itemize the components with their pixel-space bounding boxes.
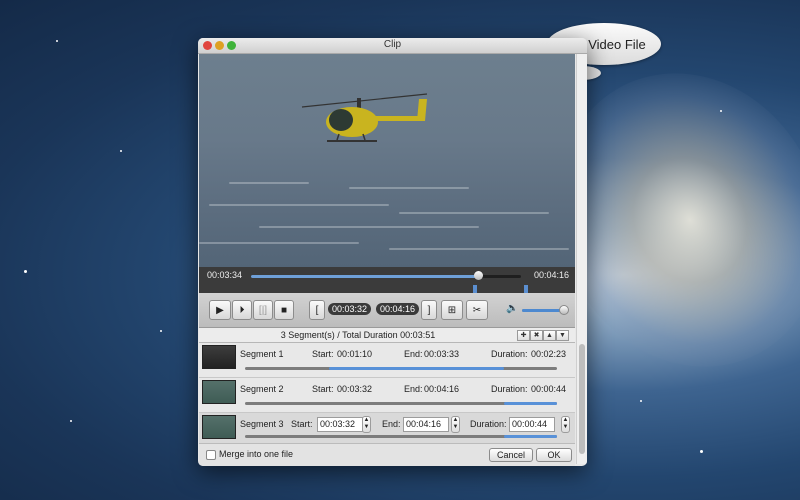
segment-end: 00:04:16	[424, 384, 460, 394]
add-icon[interactable]: ✚	[517, 330, 530, 341]
star	[720, 110, 722, 112]
duration-label: Duration:	[470, 419, 507, 429]
step-forward-button[interactable]: ⏵	[232, 300, 252, 320]
volume-slider-knob[interactable]	[558, 305, 569, 315]
star	[640, 400, 642, 402]
segment-start: 00:03:32	[337, 384, 373, 394]
end-time-field[interactable]: 00:04:16	[403, 417, 449, 432]
stop-button[interactable]: ■	[274, 300, 294, 320]
end-label: End:	[404, 384, 423, 394]
move-up-icon[interactable]: ▲	[543, 330, 556, 341]
segment-row-selected[interactable]: Segment 3 Start: 00:03:32 ▲ ▼ End: 00:04:…	[199, 413, 575, 444]
start-time-stepper[interactable]: ▲ ▼	[362, 416, 371, 433]
end-marker[interactable]	[524, 285, 528, 293]
segment-start: 00:01:10	[337, 349, 373, 359]
current-time: 00:03:34	[207, 270, 243, 280]
end-label: End:	[382, 419, 401, 429]
loop-button[interactable]: [|]	[253, 300, 273, 320]
segment-range-bar[interactable]	[245, 435, 557, 438]
bracket-right-icon: ]	[427, 304, 431, 316]
merge-checkbox[interactable]	[206, 450, 216, 460]
cancel-button[interactable]: Cancel	[489, 448, 533, 462]
end-label: End:	[404, 349, 423, 359]
star	[70, 420, 72, 422]
play-button[interactable]: ▶	[209, 300, 231, 320]
playback-slider-knob[interactable]	[473, 271, 483, 280]
duration-label: Duration:	[491, 349, 528, 359]
video-preview[interactable]	[199, 54, 575, 267]
cut-button[interactable]: ✂	[466, 300, 488, 320]
start-time-display: 00:03:32	[328, 303, 372, 315]
dialog-footer: Merge into one file Cancel OK	[199, 443, 575, 466]
add-clip-icon: ⊞	[447, 304, 457, 316]
add-segment-button[interactable]: ⊞	[441, 300, 463, 320]
bracket-left-icon: [	[315, 304, 319, 316]
segment-thumbnail	[202, 380, 236, 404]
clip-markers	[199, 285, 575, 293]
star	[56, 40, 58, 42]
vertical-scrollbar[interactable]	[576, 54, 587, 464]
merge-label: Merge into one file	[219, 449, 294, 459]
segment-range-bar[interactable]	[245, 402, 557, 405]
remove-icon[interactable]: ✖	[530, 330, 543, 341]
segment-duration: 00:00:44	[531, 384, 567, 394]
duration-label: Duration:	[491, 384, 528, 394]
play-icon: ▶	[216, 304, 224, 316]
segment-row[interactable]: Segment 2 Start: 00:03:32 End: 00:04:16 …	[199, 378, 575, 413]
duration-stepper[interactable]: ▲ ▼	[561, 416, 570, 433]
segments-summary: 3 Segment(s) / Total Duration 00:03:51	[280, 330, 436, 340]
start-label: Start:	[312, 384, 334, 394]
star	[160, 330, 162, 332]
loop-icon: [|]	[258, 304, 268, 316]
start-label: Start:	[291, 419, 313, 429]
move-down-icon[interactable]: ▼	[556, 330, 569, 341]
end-time-stepper[interactable]: ▲ ▼	[451, 416, 460, 433]
segment-duration: 00:02:23	[531, 349, 567, 359]
volume-icon: 🔈	[506, 303, 519, 314]
segment-thumbnail	[202, 345, 236, 369]
duration-field[interactable]: 00:00:44	[509, 417, 555, 432]
segment-row[interactable]: Segment 1 Start: 00:01:10 End: 00:03:33 …	[199, 343, 575, 378]
total-time: 00:04:16	[534, 270, 570, 280]
end-time-display: 00:04:16	[376, 303, 420, 315]
window-title: Clip	[383, 39, 402, 50]
stop-icon: ■	[280, 304, 288, 316]
control-toolbar: ▶ ⏵ [|] ■ [ 00:03:32 00:04:16 ] ⊞ ✂ 🔈	[199, 293, 575, 328]
helicopter-image	[301, 93, 428, 142]
star	[120, 150, 122, 152]
segment-end: 00:03:33	[424, 349, 460, 359]
segment-name: Segment 2	[240, 384, 284, 394]
ok-button[interactable]: OK	[536, 448, 572, 462]
set-end-button[interactable]: ]	[421, 300, 437, 320]
step-forward-icon: ⏵	[239, 304, 245, 316]
start-marker[interactable]	[473, 285, 477, 293]
set-start-button[interactable]: [	[309, 300, 325, 320]
start-label: Start:	[312, 349, 334, 359]
title-bar[interactable]: Clip	[198, 38, 587, 54]
segment-thumbnail	[202, 415, 236, 439]
playback-bar: 00:03:34 00:04:16	[199, 267, 575, 285]
segment-range-bar[interactable]	[245, 367, 557, 370]
segments-header: 3 Segment(s) / Total Duration 00:03:51 ✚…	[199, 328, 575, 343]
star	[24, 270, 27, 273]
scissors-icon: ✂	[472, 304, 482, 316]
segment-name: Segment 3	[240, 419, 284, 429]
start-time-field[interactable]: 00:03:32	[317, 417, 363, 432]
scrollbar-thumb[interactable]	[579, 344, 585, 454]
segment-name: Segment 1	[240, 349, 284, 359]
clip-window: Clip 00:03:34 00:04:16 ▶ ⏵ [|] ■ [00:03…	[198, 38, 587, 466]
star	[700, 450, 703, 453]
